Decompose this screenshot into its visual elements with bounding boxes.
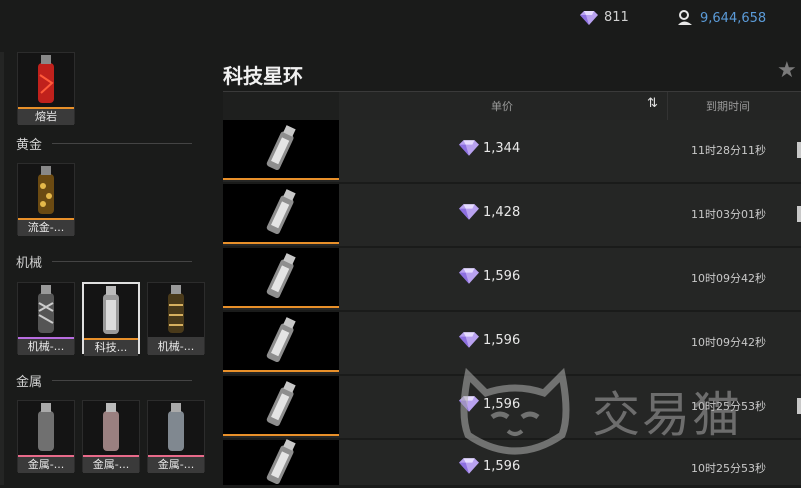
price-column-header[interactable]: 单价 bbox=[491, 98, 513, 114]
gem-icon bbox=[459, 204, 479, 220]
category-gold: 黄金 bbox=[16, 138, 43, 153]
item-card-lava[interactable]: 熔岩 bbox=[17, 52, 75, 125]
row-edge-marker bbox=[797, 398, 801, 414]
item-image bbox=[223, 438, 339, 485]
coin-balance: 9,644,658 bbox=[676, 10, 766, 26]
star-icon[interactable]: ★ bbox=[777, 58, 797, 83]
divider bbox=[52, 143, 192, 144]
divider bbox=[52, 261, 192, 262]
expiry-time: 10时25分53秒 bbox=[691, 462, 766, 475]
table-row[interactable]: 1,344 11时28分11秒 bbox=[223, 120, 801, 182]
table-header: 单价 ⇅ 到期时间 bbox=[223, 91, 801, 120]
metal-can-icon bbox=[18, 401, 74, 455]
item-card-metal-3[interactable]: 金属-... bbox=[147, 400, 205, 473]
item-image bbox=[223, 312, 339, 370]
item-label: 科技... bbox=[84, 340, 138, 356]
item-image bbox=[223, 184, 339, 242]
item-label: 机械-... bbox=[18, 339, 74, 355]
gem-balance: 811 bbox=[580, 10, 629, 25]
price-value: 1,596 bbox=[483, 268, 521, 284]
price-cell: 1,596 bbox=[459, 396, 520, 412]
metal-pink-can-icon bbox=[83, 401, 139, 455]
row-edge-marker bbox=[797, 206, 801, 222]
item-card-metal-1[interactable]: 金属-... bbox=[17, 400, 75, 473]
price-value: 1,428 bbox=[483, 204, 521, 220]
item-image bbox=[223, 120, 339, 178]
item-card-metal-2[interactable]: 金属-... bbox=[82, 400, 140, 473]
item-card-mech-2[interactable]: 机械-... bbox=[147, 282, 205, 355]
item-label: 金属-... bbox=[18, 457, 74, 473]
table-row[interactable]: 1,596 10时25分53秒 bbox=[223, 438, 801, 485]
table-row[interactable]: 1,596 10时09分42秒 bbox=[223, 248, 801, 310]
divider bbox=[52, 380, 192, 381]
left-edge-divider bbox=[0, 52, 4, 485]
price-value: 1,596 bbox=[483, 332, 521, 348]
price-cell: 1,428 bbox=[459, 204, 520, 220]
currency-bar: 811 9,644,658 bbox=[0, 0, 801, 40]
item-label: 金属-... bbox=[148, 457, 204, 473]
tech-can-icon bbox=[84, 284, 138, 338]
expiry-time: 10时09分42秒 bbox=[691, 336, 766, 349]
price-value: 1,596 bbox=[483, 458, 521, 474]
coin-amount: 9,644,658 bbox=[700, 10, 767, 26]
gem-icon bbox=[459, 268, 479, 284]
gem-icon bbox=[580, 10, 598, 25]
gem-amount: 811 bbox=[604, 10, 629, 25]
mech-gold-can-icon bbox=[148, 283, 204, 337]
lava-can-icon bbox=[18, 53, 74, 107]
item-card-gold[interactable]: 流金-... bbox=[17, 163, 75, 236]
item-image bbox=[223, 376, 339, 434]
mech-can-icon bbox=[18, 283, 74, 337]
header-image-cell bbox=[223, 92, 339, 120]
item-label: 金属-... bbox=[83, 457, 139, 473]
rarity-bar bbox=[223, 178, 339, 180]
metal-grey-can-icon bbox=[148, 401, 204, 455]
expiry-time: 11时03分01秒 bbox=[691, 208, 766, 221]
column-separator bbox=[667, 92, 668, 120]
table-row[interactable]: 1,596 10时09分42秒 bbox=[223, 312, 801, 374]
gem-icon bbox=[459, 396, 479, 412]
item-card-mech-1[interactable]: 机械-... bbox=[17, 282, 75, 355]
item-card-tech-selected[interactable]: 科技... bbox=[82, 282, 140, 356]
rarity-bar bbox=[223, 242, 339, 244]
sort-icon[interactable]: ⇅ bbox=[647, 96, 658, 111]
item-image bbox=[223, 248, 339, 306]
row-edge-marker bbox=[797, 142, 801, 158]
item-label: 机械-... bbox=[148, 339, 204, 355]
item-label: 熔岩 bbox=[18, 109, 74, 125]
category-mechanical: 机械 bbox=[16, 256, 43, 271]
expiry-column-header[interactable]: 到期时间 bbox=[706, 98, 750, 114]
price-cell: 1,596 bbox=[459, 332, 520, 348]
expiry-time: 11时28分11秒 bbox=[691, 144, 766, 157]
price-cell: 1,344 bbox=[459, 140, 520, 156]
gem-icon bbox=[459, 140, 479, 156]
gold-can-icon bbox=[18, 164, 74, 218]
price-cell: 1,596 bbox=[459, 268, 520, 284]
expiry-time: 10时25分53秒 bbox=[691, 400, 766, 413]
rarity-bar bbox=[223, 370, 339, 372]
coin-icon bbox=[678, 10, 692, 25]
category-metal: 金属 bbox=[16, 375, 43, 390]
page-title: 科技星环 bbox=[223, 64, 303, 88]
rarity-bar bbox=[223, 306, 339, 308]
table-row[interactable]: 1,428 11时03分01秒 bbox=[223, 184, 801, 246]
item-label: 流金-... bbox=[18, 220, 74, 236]
table-row[interactable]: 1,596 10时25分53秒 bbox=[223, 376, 801, 438]
price-cell: 1,596 bbox=[459, 458, 520, 474]
price-value: 1,344 bbox=[483, 140, 521, 156]
gem-icon bbox=[459, 332, 479, 348]
price-value: 1,596 bbox=[483, 396, 521, 412]
gem-icon bbox=[459, 458, 479, 474]
rarity-bar bbox=[223, 434, 339, 436]
expiry-time: 10时09分42秒 bbox=[691, 272, 766, 285]
